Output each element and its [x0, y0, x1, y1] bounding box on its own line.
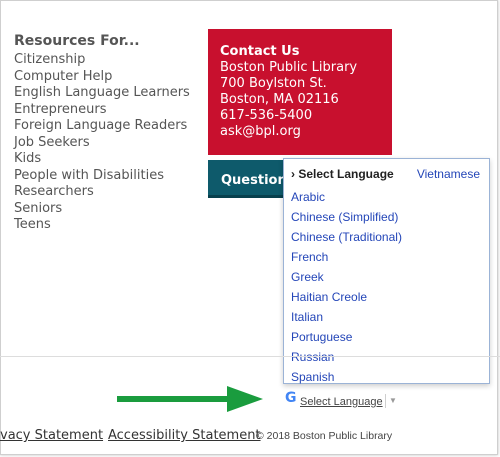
- resources-heading: Resources For...: [14, 33, 140, 49]
- language-option-vietnamese[interactable]: Vietnamese: [417, 167, 480, 181]
- resources-list-item: Foreign Language Readers: [14, 118, 190, 135]
- contact-street: 700 Boylston St.: [220, 76, 327, 91]
- accessibility-statement-link[interactable]: Accessibility Statement: [108, 428, 261, 443]
- resources-list-item: Seniors: [14, 201, 190, 218]
- privacy-statement-link[interactable]: vacy Statement: [0, 428, 103, 443]
- language-option-spanish[interactable]: Spanish: [291, 367, 402, 387]
- google-g-icon: G: [285, 390, 297, 406]
- resource-link-computer-help[interactable]: Computer Help: [14, 69, 190, 86]
- resource-link-foreign-language-readers[interactable]: Foreign Language Readers: [14, 118, 190, 135]
- resources-list-item: English Language Learners: [14, 85, 190, 102]
- chevron-down-icon[interactable]: ▼: [385, 394, 400, 408]
- resource-link-researchers[interactable]: Researchers: [14, 184, 190, 201]
- language-option-italian[interactable]: Italian: [291, 307, 402, 327]
- resources-list-item: Citizenship: [14, 52, 190, 69]
- resources-list-item: Entrepreneurs: [14, 102, 190, 119]
- language-option-chinese-traditional[interactable]: Chinese (Traditional): [291, 227, 402, 247]
- resource-link-citizenship[interactable]: Citizenship: [14, 52, 190, 69]
- resources-list-item: Computer Help: [14, 69, 190, 86]
- language-options-list: Arabic Chinese (Simplified) Chinese (Tra…: [291, 187, 402, 387]
- language-dropdown-menu: › Select Language Vietnamese Arabic Chin…: [283, 158, 490, 384]
- green-right-arrow-icon: [117, 386, 263, 412]
- resources-list-item: People with Disabilities: [14, 168, 190, 185]
- contact-city: Boston, MA 02116: [220, 92, 339, 107]
- resource-link-kids[interactable]: Kids: [14, 151, 190, 168]
- resources-list-item: Job Seekers: [14, 135, 190, 152]
- google-translate-widget[interactable]: G Select Language ▼: [285, 390, 400, 410]
- contact-phone-link[interactable]: 617-536-5400: [220, 108, 312, 123]
- dropdown-header-select-language: › Select Language: [291, 167, 394, 181]
- resource-link-people-with-disabilities[interactable]: People with Disabilities: [14, 168, 190, 185]
- contact-box: Contact Us Boston Public Library 700 Boy…: [208, 29, 392, 155]
- contact-title: Contact Us: [220, 44, 300, 59]
- language-option-haitian-creole[interactable]: Haitian Creole: [291, 287, 402, 307]
- footer-divider: [0, 356, 500, 357]
- resources-list-item: Teens: [14, 217, 190, 234]
- resources-list: Citizenship Computer Help English Langua…: [14, 52, 190, 234]
- resource-link-english-language-learners[interactable]: English Language Learners: [14, 85, 190, 102]
- language-option-french[interactable]: French: [291, 247, 402, 267]
- language-option-russian[interactable]: Russian: [291, 347, 402, 367]
- resources-list-item: Researchers: [14, 184, 190, 201]
- select-language-link[interactable]: Select Language: [300, 396, 383, 408]
- resources-list-item: Kids: [14, 151, 190, 168]
- resource-link-seniors[interactable]: Seniors: [14, 201, 190, 218]
- language-option-greek[interactable]: Greek: [291, 267, 402, 287]
- contact-library-name: Boston Public Library: [220, 60, 358, 75]
- resource-link-teens[interactable]: Teens: [14, 217, 190, 234]
- language-option-portuguese[interactable]: Portuguese: [291, 327, 402, 347]
- language-option-arabic[interactable]: Arabic: [291, 187, 402, 207]
- resources-section: Resources For... Citizenship Computer He…: [14, 33, 190, 234]
- resource-link-entrepreneurs[interactable]: Entrepreneurs: [14, 102, 190, 119]
- copyright-text: © 2018 Boston Public Library: [256, 430, 393, 442]
- language-option-chinese-simplified[interactable]: Chinese (Simplified): [291, 207, 402, 227]
- resource-link-job-seekers[interactable]: Job Seekers: [14, 135, 190, 152]
- contact-email-link[interactable]: ask@bpl.org: [220, 124, 301, 139]
